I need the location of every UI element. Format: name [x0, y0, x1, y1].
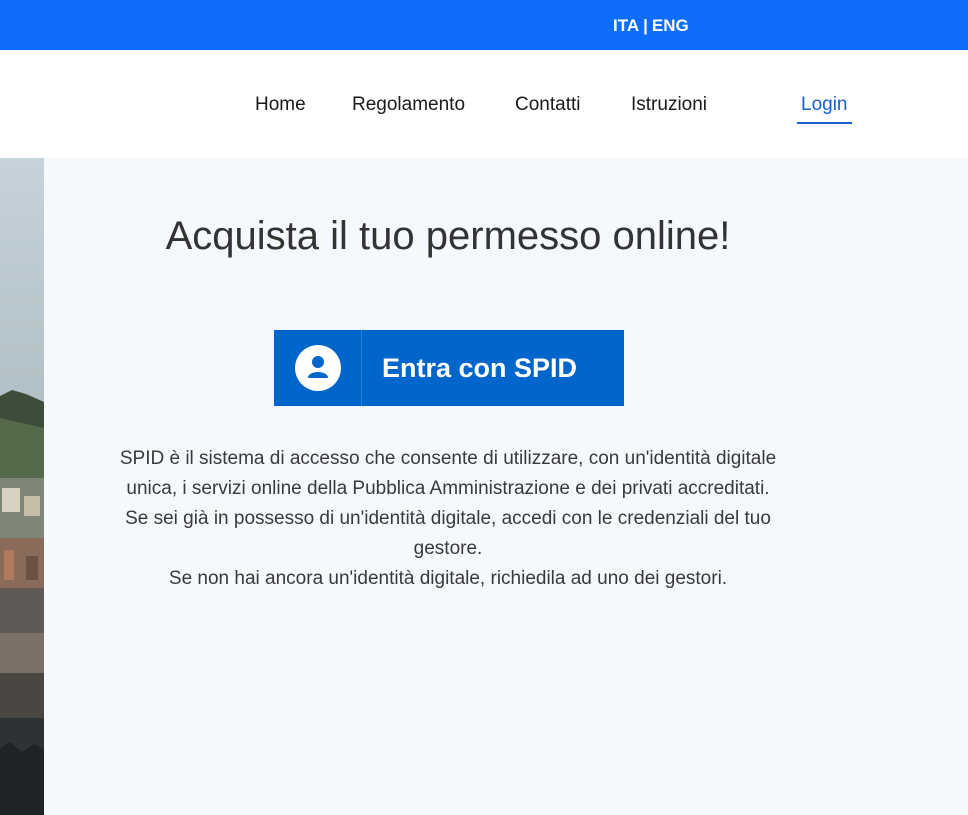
lang-separator: |	[643, 16, 648, 35]
nav-contatti[interactable]: Contatti	[515, 94, 580, 116]
description-paragraph: Se sei già in possesso di un'identità di…	[125, 508, 771, 559]
language-switcher: ITA | ENG	[613, 16, 689, 36]
nav-home[interactable]: Home	[255, 94, 306, 116]
spid-login-button[interactable]: Entra con SPID	[274, 330, 624, 406]
nav-regolamento[interactable]: Regolamento	[352, 94, 465, 116]
page-title: Acquista il tuo permesso online!	[165, 214, 731, 258]
top-bar: ITA | ENG	[0, 0, 968, 50]
user-icon	[294, 345, 341, 391]
landscape-photo-image	[0, 158, 44, 815]
background-photo	[0, 158, 44, 815]
nav-login[interactable]: Login	[797, 94, 852, 124]
spid-icon-container	[274, 330, 362, 406]
description-paragraph: Se non hai ancora un'identità digitale, …	[168, 568, 728, 589]
lang-eng-link[interactable]: ENG	[652, 16, 689, 36]
spid-description: SPID è il sistema di accesso che consent…	[104, 444, 792, 594]
spid-button-label: Entra con SPID	[382, 352, 578, 383]
description-paragraph: SPID è il sistema di accesso che consent…	[119, 448, 777, 499]
main-navigation: Home Regolamento Contatti Istruzioni Log…	[0, 50, 968, 158]
lang-ita-link[interactable]: ITA	[613, 16, 639, 36]
main-content: Acquista il tuo permesso online! Entra c…	[44, 158, 968, 815]
nav-istruzioni[interactable]: Istruzioni	[631, 94, 707, 116]
